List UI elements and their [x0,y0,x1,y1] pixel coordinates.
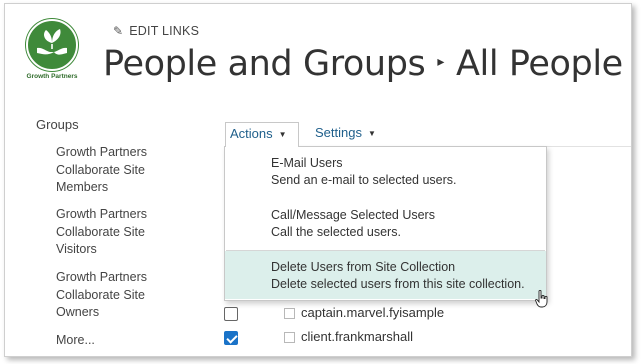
groups-nav-title[interactable]: Groups [36,117,79,132]
user-presence-icon [284,308,295,319]
menu-item-description: Call the selected users. [271,225,401,239]
actions-dropdown-menu: E-Mail Users Send an e-mail to selected … [224,146,547,301]
edit-links-label: EDIT LINKS [129,24,200,38]
edit-links-button[interactable]: ✎ EDIT LINKS [113,24,199,38]
menu-item-title: E-Mail Users [271,156,343,170]
pencil-icon: ✎ [113,24,124,38]
caret-down-icon: ▼ [278,130,287,139]
toolbar-divider [545,146,631,147]
nav-item-site-members[interactable]: Growth Partners Collaborate Site Members [56,144,176,197]
settings-label: Settings [315,125,362,140]
row-checkbox[interactable] [224,331,238,345]
breadcrumb-separator-icon: ▸ [437,54,445,70]
menu-item-title: Delete Users from Site Collection [271,260,456,274]
settings-menu-button[interactable]: Settings ▼ [311,122,380,143]
page-title: People and Groups▸All Peoplei [103,44,631,84]
hands-holding-plant-icon [26,19,78,71]
user-name-link[interactable]: captain.marvel.fyisample [301,305,444,320]
menu-item-description: Send an e-mail to selected users. [271,173,457,187]
nav-item-site-owners[interactable]: Growth Partners Collaborate Site Owners [56,269,176,322]
actions-label: Actions [230,126,273,141]
breadcrumb-all-people: All People [456,44,623,84]
nav-item-more[interactable]: More... [56,332,176,350]
breadcrumb-people-and-groups[interactable]: People and Groups [103,44,426,84]
actions-menu-button[interactable]: Actions ▼ [225,122,299,147]
hand-pointer-cursor-icon [535,290,549,313]
user-presence-icon [284,332,295,343]
menu-item-email-users[interactable]: E-Mail Users Send an e-mail to selected … [225,155,546,197]
row-checkbox[interactable] [224,307,238,321]
user-name-link[interactable]: client.frankmarshall [301,329,413,344]
menu-item-delete-users[interactable]: Delete Users from Site Collection Delete… [225,251,546,299]
menu-item-title: Call/Message Selected Users [271,208,435,222]
nav-item-site-visitors[interactable]: Growth Partners Collaborate Site Visitor… [56,206,176,259]
caret-down-icon: ▼ [367,129,376,138]
menu-item-call-message-users[interactable]: Call/Message Selected Users Call the sel… [225,207,546,249]
logo-caption: Growth Partners [26,73,78,80]
sharepoint-window: Growth Partners ✎ EDIT LINKS People and G… [4,3,632,357]
menu-item-description: Delete selected users from this site col… [271,277,525,291]
site-logo[interactable]: Growth Partners [23,19,81,81]
